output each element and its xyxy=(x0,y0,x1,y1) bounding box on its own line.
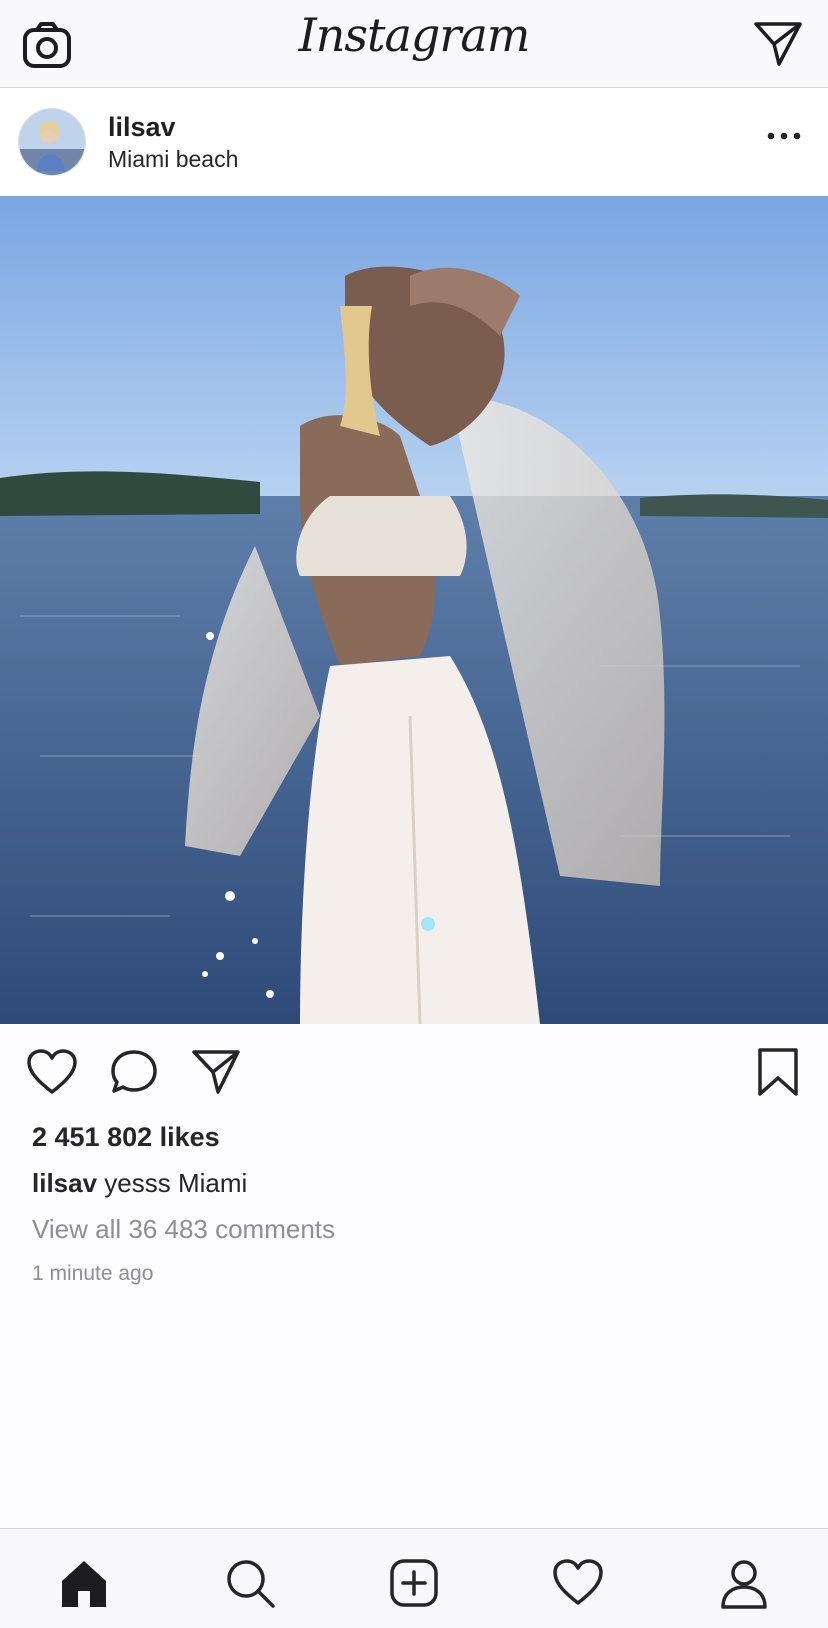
top-bar: Instagram xyxy=(0,0,828,88)
search-icon[interactable] xyxy=(224,1557,276,1609)
paper-plane-icon[interactable] xyxy=(752,18,804,70)
activity-heart-icon[interactable] xyxy=(552,1557,604,1609)
comment-bubble-icon[interactable] xyxy=(108,1048,160,1096)
add-post-icon[interactable] xyxy=(388,1557,440,1609)
likes-count[interactable]: 2 451 802 likes xyxy=(32,1122,220,1153)
app-logo: Instagram xyxy=(298,8,531,62)
post-caption: lilsav yesss Miami xyxy=(32,1168,247,1199)
post-header: lilsav Miami beach xyxy=(0,88,828,196)
post-timestamp: 1 minute ago xyxy=(32,1262,154,1285)
bookmark-icon[interactable] xyxy=(752,1048,804,1096)
caption-text: yesss Miami xyxy=(97,1168,248,1198)
bottom-nav xyxy=(0,1528,828,1628)
home-icon[interactable] xyxy=(58,1557,110,1609)
post-username[interactable]: lilsav xyxy=(108,112,176,143)
paper-plane-icon[interactable] xyxy=(190,1048,242,1096)
view-comments-link[interactable]: View all 36 483 comments xyxy=(32,1214,335,1245)
avatar[interactable] xyxy=(18,108,86,176)
caption-username[interactable]: lilsav xyxy=(32,1168,97,1198)
heart-icon[interactable] xyxy=(26,1048,78,1096)
profile-icon[interactable] xyxy=(718,1557,770,1609)
more-dots-icon[interactable] xyxy=(766,130,802,142)
post-actions xyxy=(0,1024,828,1114)
post-location[interactable]: Miami beach xyxy=(108,146,238,173)
post-image[interactable] xyxy=(0,196,828,1024)
